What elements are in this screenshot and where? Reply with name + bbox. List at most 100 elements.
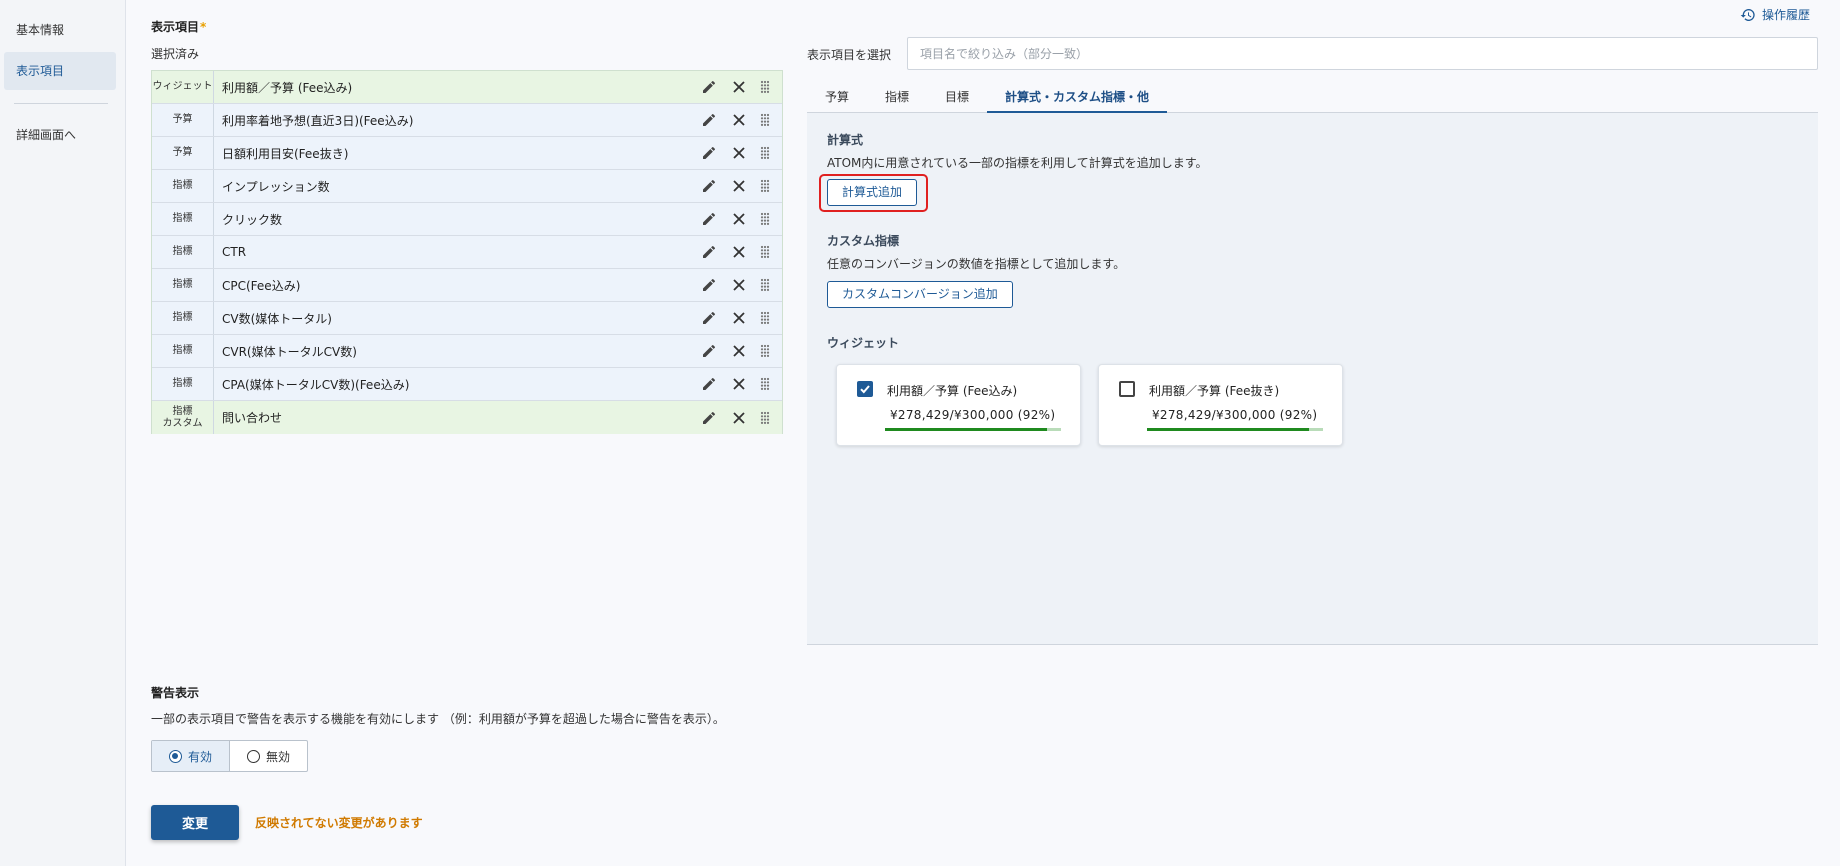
list-item[interactable]: 指標 クリック数 xyxy=(152,203,782,236)
radio-button-icon xyxy=(246,749,260,763)
remove-button[interactable] xyxy=(724,236,754,268)
drag-handle-icon xyxy=(760,311,770,324)
widget-progress-bar xyxy=(885,428,1061,431)
edit-icon xyxy=(703,179,716,192)
edit-button[interactable] xyxy=(694,236,724,268)
tab-metrics[interactable]: 指標 xyxy=(867,83,927,113)
search-input[interactable] xyxy=(907,37,1818,70)
drag-handle[interactable] xyxy=(754,269,776,301)
selected-label: 選択済み xyxy=(151,47,200,61)
drag-handle[interactable] xyxy=(754,236,776,268)
remove-button[interactable] xyxy=(724,137,754,169)
edit-button[interactable] xyxy=(694,368,724,400)
drag-handle[interactable] xyxy=(754,368,776,400)
item-label: CPA(媒体トータルCV数)(Fee込み) xyxy=(222,377,410,392)
item-type: 指標 xyxy=(172,378,193,389)
tab-goals[interactable]: 目標 xyxy=(927,83,987,113)
widget-value: ¥278,429/¥300,000 (92%) xyxy=(1152,408,1318,422)
list-item[interactable]: 指標 CV数(媒体トータル) xyxy=(152,302,782,335)
drag-handle-icon xyxy=(760,377,770,390)
list-item[interactable]: 予算 日額利用目安(Fee抜き) xyxy=(152,137,782,170)
drag-handle[interactable] xyxy=(754,170,776,202)
widgets-title: ウィジェット xyxy=(827,336,900,350)
remove-button[interactable] xyxy=(724,170,754,202)
item-type-cell: 指標 xyxy=(152,236,214,268)
edit-button[interactable] xyxy=(694,269,724,301)
add-formula-button[interactable]: 計算式追加 xyxy=(827,179,918,206)
widget-checkbox[interactable] xyxy=(857,381,873,397)
sidebar-item-basic-info[interactable]: 基本情報 xyxy=(4,11,116,49)
list-item[interactable]: 指標 カスタム 問い合わせ xyxy=(152,401,782,434)
item-type: 指標 xyxy=(172,345,193,356)
close-icon xyxy=(733,312,745,324)
widget-checkbox[interactable] xyxy=(1119,381,1135,397)
sidebar-item-display-items[interactable]: 表示項目 xyxy=(4,52,116,90)
custom-metric-description: 任意のコンバージョンの数値を指標として追加します。 xyxy=(827,257,1126,271)
tab-budget[interactable]: 予算 xyxy=(807,83,867,113)
item-type-sub: カスタム xyxy=(162,417,203,429)
remove-button[interactable] xyxy=(724,71,754,103)
drag-handle[interactable] xyxy=(754,302,776,334)
unsaved-changes-message: 反映されてない変更があります xyxy=(255,816,423,830)
radio-disabled[interactable]: 無効 xyxy=(230,741,307,771)
radio-label: 無効 xyxy=(265,749,290,764)
widget-card-fee-included[interactable]: 利用額／予算 (Fee込み) ¥278,429/¥300,000 (92%) xyxy=(836,364,1081,446)
drag-handle[interactable] xyxy=(754,104,776,136)
remove-button[interactable] xyxy=(724,401,754,434)
item-label: CV数(媒体トータル) xyxy=(222,311,332,326)
list-item[interactable]: 指標 インプレッション数 xyxy=(152,170,782,203)
remove-button[interactable] xyxy=(724,104,754,136)
item-type: ウィジェット xyxy=(152,81,213,92)
required-mark: * xyxy=(200,20,207,34)
list-item[interactable]: 指標 CPA(媒体トータルCV数)(Fee込み) xyxy=(152,368,782,401)
item-type: 指標 xyxy=(172,180,193,191)
edit-button[interactable] xyxy=(694,302,724,334)
drag-handle-icon xyxy=(760,245,770,258)
remove-button[interactable] xyxy=(724,302,754,334)
radio-button-icon xyxy=(168,749,182,763)
close-icon xyxy=(733,279,745,291)
tab-formula-custom-other[interactable]: 計算式・カスタム指標・他 xyxy=(987,83,1168,113)
close-icon xyxy=(733,246,745,258)
item-type: 指標 xyxy=(172,279,193,290)
add-custom-conversion-button[interactable]: カスタムコンバージョン追加 xyxy=(827,281,1013,308)
list-item[interactable]: ウィジェット 利用額／予算 (Fee込み) xyxy=(152,71,782,104)
widget-title: 利用額／予算 (Fee抜き) xyxy=(1149,384,1280,398)
item-label: インプレッション数 xyxy=(222,179,330,194)
drag-handle[interactable] xyxy=(754,335,776,367)
edit-button[interactable] xyxy=(694,203,724,235)
remove-button[interactable] xyxy=(724,269,754,301)
drag-handle[interactable] xyxy=(754,203,776,235)
warning-radio-group: 有効 無効 xyxy=(151,740,308,772)
sidebar: 基本情報 表示項目 詳細画面へ xyxy=(0,0,126,866)
list-item[interactable]: 予算 利用率着地予想(直近3日)(Fee込み) xyxy=(152,104,782,137)
edit-button[interactable] xyxy=(694,137,724,169)
drag-handle[interactable] xyxy=(754,137,776,169)
drag-handle[interactable] xyxy=(754,71,776,103)
edit-button[interactable] xyxy=(694,104,724,136)
remove-button[interactable] xyxy=(724,368,754,400)
tab-bar: 予算 指標 目標 計算式・カスタム指標・他 xyxy=(807,83,1818,113)
widget-card-fee-excluded[interactable]: 利用額／予算 (Fee抜き) ¥278,429/¥300,000 (92%) xyxy=(1098,364,1343,446)
widget-progress-fill xyxy=(1147,428,1309,431)
save-button[interactable]: 変更 xyxy=(151,805,239,840)
list-item[interactable]: 指標 CPC(Fee込み) xyxy=(152,269,782,302)
radio-enabled[interactable]: 有効 xyxy=(152,741,230,771)
edit-button[interactable] xyxy=(694,71,724,103)
edit-button[interactable] xyxy=(694,170,724,202)
edit-button[interactable] xyxy=(694,335,724,367)
history-link[interactable]: 操作履歴 xyxy=(1740,6,1810,23)
item-type: 指標 xyxy=(172,213,193,224)
sidebar-item-detail-link[interactable]: 詳細画面へ xyxy=(4,116,116,154)
warning-title: 警告表示 xyxy=(151,686,200,700)
remove-button[interactable] xyxy=(724,335,754,367)
drag-handle[interactable] xyxy=(754,401,776,434)
list-item[interactable]: 指標 CTR xyxy=(152,236,782,269)
formula-description: ATOM内に用意されている一部の指標を利用して計算式を追加します。 xyxy=(827,156,1208,170)
remove-button[interactable] xyxy=(724,203,754,235)
edit-button[interactable] xyxy=(694,401,724,434)
list-item[interactable]: 指標 CVR(媒体トータルCV数) xyxy=(152,335,782,368)
item-label: 日額利用目安(Fee抜き) xyxy=(222,146,349,161)
custom-metric-title: カスタム指標 xyxy=(827,234,900,248)
item-label: CTR xyxy=(222,245,247,259)
